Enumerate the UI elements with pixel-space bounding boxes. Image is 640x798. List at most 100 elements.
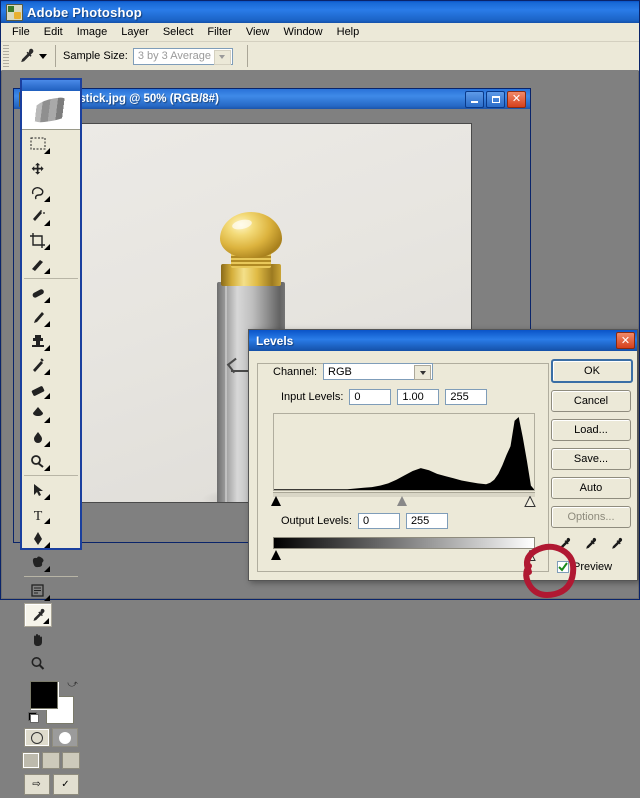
menu-item-filter[interactable]: Filter bbox=[200, 24, 238, 40]
standard-mode-button[interactable] bbox=[24, 728, 50, 747]
toolbox-titlebar[interactable] bbox=[22, 80, 80, 91]
menu-item-layer[interactable]: Layer bbox=[114, 24, 156, 40]
black-point-eyedropper-icon[interactable] bbox=[556, 536, 573, 556]
levels-titlebar[interactable]: Levels ✕ bbox=[249, 330, 637, 351]
load-button[interactable]: Load... bbox=[551, 419, 631, 441]
clone-stamp-icon[interactable] bbox=[24, 329, 52, 353]
levels-controls-area: Channel: RGB Input Levels: 0 1.00 255 Ou… bbox=[257, 357, 549, 574]
options-bar-grip[interactable] bbox=[3, 45, 9, 67]
preview-checkbox[interactable] bbox=[557, 561, 569, 573]
type-icon[interactable]: T bbox=[24, 502, 52, 526]
move-icon[interactable] bbox=[24, 156, 52, 180]
menu-bar: File Edit Image Layer Select Filter View… bbox=[1, 23, 639, 42]
histogram-curve bbox=[274, 417, 534, 490]
toolbox-palette: T ⤻ ⇨ ✓ bbox=[20, 78, 82, 795]
menu-item-window[interactable]: Window bbox=[277, 24, 330, 40]
cancel-button[interactable]: Cancel bbox=[551, 390, 631, 412]
options-bar: Sample Size: 3 by 3 Average bbox=[1, 42, 639, 71]
ok-button[interactable]: OK bbox=[551, 359, 633, 383]
output-black-field[interactable]: 0 bbox=[357, 513, 400, 529]
menu-item-view[interactable]: View bbox=[239, 24, 277, 40]
eraser-icon[interactable] bbox=[24, 377, 52, 401]
color-swatches[interactable]: ⤻ bbox=[28, 679, 80, 724]
sample-size-label: Sample Size: bbox=[63, 50, 128, 62]
brush-icon[interactable] bbox=[24, 305, 52, 329]
menu-item-file[interactable]: File bbox=[5, 24, 37, 40]
lipstick-gold-cap bbox=[220, 212, 282, 258]
standard-screen-mode-button[interactable] bbox=[22, 752, 40, 769]
options-button[interactable]: Options... bbox=[551, 506, 631, 528]
gray-point-eyedropper-icon[interactable] bbox=[582, 536, 599, 556]
dodge-icon[interactable] bbox=[24, 449, 52, 473]
sample-size-dropdown[interactable]: 3 by 3 Average bbox=[132, 47, 233, 65]
close-button[interactable]: ✕ bbox=[507, 90, 526, 108]
eyedropper-row bbox=[551, 535, 629, 557]
levels-close-button[interactable]: ✕ bbox=[616, 332, 635, 349]
imageready-icon[interactable]: ✓ bbox=[52, 774, 79, 795]
eyedropper-icon[interactable] bbox=[24, 603, 52, 627]
input-black-field[interactable]: 0 bbox=[349, 389, 392, 405]
input-gamma-field[interactable]: 1.00 bbox=[397, 389, 440, 405]
toolbox-divider-2 bbox=[24, 475, 78, 476]
eyedropper-icon[interactable] bbox=[13, 44, 39, 68]
path-selection-icon[interactable] bbox=[24, 478, 52, 502]
input-gamma-slider[interactable] bbox=[397, 496, 408, 506]
lasso-icon[interactable] bbox=[24, 180, 52, 204]
chevron-down-icon[interactable] bbox=[213, 49, 231, 65]
options-divider-right bbox=[246, 45, 248, 67]
menu-item-help[interactable]: Help bbox=[330, 24, 367, 40]
auto-button[interactable]: Auto bbox=[551, 477, 631, 499]
pen-icon[interactable] bbox=[24, 526, 52, 550]
crop-icon[interactable] bbox=[24, 228, 52, 252]
document-titlebar[interactable]: Dior-lipstick.jpg @ 50% (RGB/8#) ✕ bbox=[14, 89, 530, 109]
output-levels-label: Output Levels: bbox=[281, 515, 352, 527]
swap-colors-icon[interactable]: ⤻ bbox=[67, 679, 78, 690]
preview-checkbox-row[interactable]: Preview bbox=[551, 561, 629, 573]
output-white-field[interactable]: 255 bbox=[405, 513, 448, 529]
hand-icon[interactable] bbox=[24, 627, 52, 651]
maximize-button[interactable] bbox=[486, 90, 505, 108]
save-button[interactable]: Save... bbox=[551, 448, 631, 470]
zoom-icon[interactable] bbox=[24, 651, 52, 675]
input-black-slider[interactable] bbox=[271, 496, 282, 506]
history-brush-icon[interactable] bbox=[24, 353, 52, 377]
default-colors-icon[interactable] bbox=[28, 712, 39, 723]
gradient-icon[interactable] bbox=[24, 401, 52, 425]
marquee-icon[interactable] bbox=[24, 132, 52, 156]
toolbox-logo[interactable] bbox=[22, 91, 80, 130]
chevron-down-icon[interactable] bbox=[414, 365, 432, 380]
output-black-slider[interactable] bbox=[271, 550, 282, 560]
levels-dialog: Levels ✕ Channel: RGB Input Levels: 0 1.… bbox=[248, 329, 638, 581]
full-screen-mode-button[interactable] bbox=[62, 752, 80, 769]
notes-icon[interactable] bbox=[24, 579, 52, 603]
preview-label: Preview bbox=[573, 561, 613, 573]
screen-modes bbox=[22, 750, 80, 771]
quick-mask-modes bbox=[22, 725, 80, 750]
toolbox-tool-grid: T bbox=[22, 130, 80, 675]
menu-item-image[interactable]: Image bbox=[70, 24, 115, 40]
menu-item-edit[interactable]: Edit bbox=[37, 24, 70, 40]
sample-size-value: 3 by 3 Average bbox=[137, 50, 211, 62]
jump-to-icon[interactable]: ⇨ bbox=[23, 774, 50, 795]
custom-shape-icon[interactable] bbox=[24, 550, 52, 574]
full-screen-menubar-mode-button[interactable] bbox=[42, 752, 60, 769]
tool-preset-chevron-icon[interactable] bbox=[39, 53, 47, 59]
output-white-slider[interactable] bbox=[524, 550, 536, 561]
magic-wand-icon[interactable] bbox=[24, 204, 52, 228]
healing-brush-icon[interactable] bbox=[24, 281, 52, 305]
menu-item-select[interactable]: Select bbox=[156, 24, 201, 40]
white-point-eyedropper-icon[interactable] bbox=[608, 536, 625, 556]
channel-dropdown[interactable]: RGB bbox=[323, 363, 434, 380]
histogram-plot bbox=[273, 413, 535, 491]
minimize-button[interactable] bbox=[465, 90, 484, 108]
input-white-slider[interactable] bbox=[524, 496, 536, 507]
output-gradient-ramp bbox=[273, 537, 535, 549]
slice-icon[interactable] bbox=[24, 252, 52, 276]
svg-text:T: T bbox=[34, 509, 43, 522]
input-white-field[interactable]: 255 bbox=[445, 389, 488, 405]
levels-dialog-title: Levels bbox=[256, 333, 294, 348]
foreground-color-swatch[interactable] bbox=[30, 681, 58, 709]
photoshop-icon bbox=[6, 3, 23, 21]
blur-icon[interactable] bbox=[24, 425, 52, 449]
quick-mask-mode-button[interactable] bbox=[52, 728, 78, 747]
